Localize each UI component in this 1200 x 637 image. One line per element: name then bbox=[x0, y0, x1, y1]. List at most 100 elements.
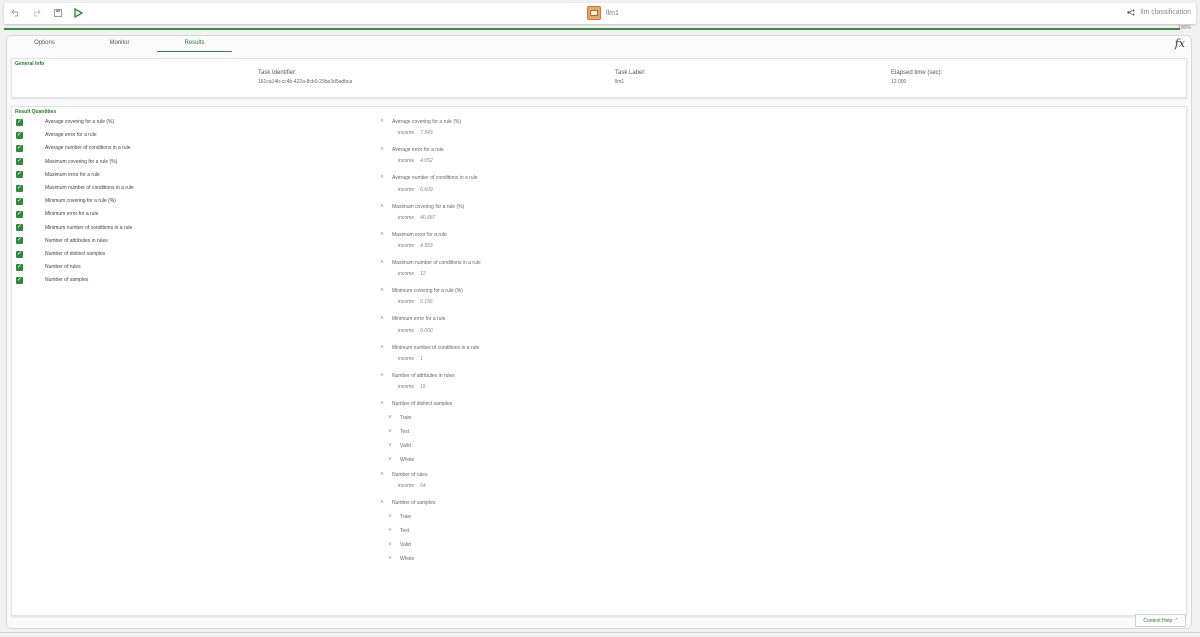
quantity-tree-label: Maximum covering for a rule (%) bbox=[392, 203, 465, 210]
chevron-down-icon[interactable]: ˅ bbox=[386, 457, 394, 463]
chevron-up-icon[interactable]: ˄ bbox=[378, 316, 386, 322]
checkbox-checked-icon[interactable]: ✓ bbox=[16, 171, 23, 179]
quantity-subset-node[interactable]: ˅ Valid bbox=[386, 443, 411, 449]
chevron-up-icon[interactable]: ˄ bbox=[378, 500, 386, 506]
quantity-tree-node[interactable]: ˄ Number of distinct samples bbox=[378, 401, 452, 407]
quantity-value-row: income 1 bbox=[398, 356, 423, 362]
chevron-down-icon[interactable]: ˅ bbox=[386, 514, 394, 520]
context-help-button[interactable]: Context Help ^ bbox=[1135, 614, 1186, 627]
chevron-up-icon[interactable]: ˄ bbox=[378, 472, 386, 478]
save-icon[interactable] bbox=[52, 7, 64, 19]
elapsed-time-value: 12.000 bbox=[891, 79, 907, 85]
quantity-checkbox-row[interactable]: ✓ Average covering for a rule (%) bbox=[16, 118, 114, 126]
quantity-checkbox-label: Number of distinct samples bbox=[45, 251, 106, 257]
chevron-down-icon[interactable]: ˅ bbox=[386, 415, 394, 421]
quantity-subset-label: Train bbox=[400, 415, 412, 422]
formula-icon[interactable]: fx bbox=[1175, 37, 1185, 50]
task-label-label: Task Label: bbox=[615, 70, 646, 76]
quantity-checkbox-row[interactable]: ✓ Minimum covering for a rule (%) bbox=[16, 197, 116, 205]
tab-bar: Options Monitor Results fx bbox=[7, 36, 1191, 52]
quantity-value: 4.052 bbox=[420, 158, 433, 165]
chevron-up-icon[interactable]: ˄ bbox=[378, 288, 386, 294]
quantity-subset-node[interactable]: ˅ Train bbox=[386, 415, 411, 421]
chevron-up-icon[interactable]: ˄ bbox=[378, 147, 386, 153]
quantity-value: 12 bbox=[420, 271, 426, 278]
checkbox-checked-icon[interactable]: ✓ bbox=[16, 158, 23, 166]
quantity-checkbox-row[interactable]: ✓ Number of rules bbox=[16, 263, 81, 271]
quantity-value-key: income bbox=[398, 130, 415, 137]
quantity-tree-node[interactable]: ˄ Minimum covering for a rule (%) bbox=[378, 288, 463, 294]
chevron-down-icon[interactable]: ˅ bbox=[386, 443, 394, 449]
quantity-checkbox-row[interactable]: ✓ Minimum error for a rule bbox=[16, 210, 98, 218]
quantity-subset-node[interactable]: ˅ Test bbox=[386, 429, 409, 435]
checkbox-checked-icon[interactable]: ✓ bbox=[16, 250, 23, 258]
checkbox-checked-icon[interactable]: ✓ bbox=[16, 144, 23, 152]
quantity-tree-node[interactable]: ˄ Average covering for a rule (%) bbox=[378, 119, 461, 125]
progress-bar bbox=[4, 28, 1180, 30]
chevron-up-icon[interactable]: ˄ bbox=[378, 373, 386, 379]
quantity-checkbox-row[interactable]: ✓ Maximum covering for a rule (%) bbox=[16, 158, 117, 166]
chevron-down-icon[interactable]: ˅ bbox=[386, 528, 394, 534]
checkbox-checked-icon[interactable]: ✓ bbox=[16, 118, 23, 126]
checkbox-checked-icon[interactable]: ✓ bbox=[16, 263, 23, 271]
undo-icon[interactable] bbox=[10, 7, 22, 19]
quantity-tree-node[interactable]: ˄ Maximum covering for a rule (%) bbox=[378, 204, 464, 210]
checkbox-checked-icon[interactable]: ✓ bbox=[16, 184, 23, 192]
elapsed-time-label: Elapsed time (sec): bbox=[891, 70, 943, 76]
quantity-tree-label: Number of distinct samples bbox=[392, 401, 453, 407]
quantity-tree-node[interactable]: ˄ Average error for a rule bbox=[378, 147, 443, 153]
run-icon[interactable] bbox=[72, 7, 84, 19]
quantity-tree-node[interactable]: ˄ Number of samples bbox=[378, 500, 435, 506]
checkbox-checked-icon[interactable]: ✓ bbox=[16, 210, 23, 218]
model-type-label[interactable]: llm classification bbox=[1127, 9, 1191, 16]
quantity-checkbox-row[interactable]: ✓ Minimum number of conditions in a rule bbox=[16, 224, 132, 232]
quantity-value: 15 bbox=[420, 383, 426, 390]
chevron-up-icon[interactable]: ˄ bbox=[378, 119, 386, 125]
general-info-card: General Info Task Identifier: 161ca14b-c… bbox=[11, 58, 1187, 98]
chevron-up-icon[interactable]: ˄ bbox=[378, 345, 386, 351]
quantity-checkbox-row[interactable]: ✓ Number of samples bbox=[16, 276, 88, 284]
quantity-checkbox-label: Average covering for a rule (%) bbox=[45, 119, 115, 125]
quantity-tree-node[interactable]: ˄ Minimum error for a rule bbox=[378, 316, 445, 322]
task-label-value: llm1 bbox=[615, 79, 625, 85]
quantity-value-key: income bbox=[398, 214, 415, 221]
chevron-down-icon[interactable]: ˅ bbox=[386, 429, 394, 435]
tab-results[interactable]: Results bbox=[157, 36, 232, 52]
checkbox-checked-icon[interactable]: ✓ bbox=[16, 237, 23, 245]
tab-monitor[interactable]: Monitor bbox=[82, 36, 157, 52]
chevron-up-icon[interactable]: ˄ bbox=[378, 175, 386, 181]
checkbox-checked-icon[interactable]: ✓ bbox=[16, 131, 23, 139]
task-title: llm1 bbox=[587, 6, 619, 20]
quantity-subset-node[interactable]: ˅ Test bbox=[386, 528, 409, 534]
quantity-tree-node[interactable]: ˄ Number of rules bbox=[378, 472, 427, 478]
quantity-checkbox-row[interactable]: ✓ Average error for a rule bbox=[16, 131, 97, 139]
quantity-subset-node[interactable]: ˅ Train bbox=[386, 514, 411, 520]
quantity-subset-label: Test bbox=[400, 527, 410, 534]
quantity-checkbox-row[interactable]: ✓ Number of attributes in rules bbox=[16, 237, 108, 245]
quantity-checkbox-row[interactable]: ✓ Maximum error for a rule bbox=[16, 171, 100, 179]
chevron-down-icon[interactable]: ˅ bbox=[386, 556, 394, 562]
chevron-up-icon[interactable]: ˄ bbox=[378, 232, 386, 238]
chevron-up-icon[interactable]: ˄ bbox=[378, 260, 386, 266]
quantity-subset-node[interactable]: ˅ Whole bbox=[386, 457, 414, 463]
quantity-checkbox-row[interactable]: ✓ Average number of conditions in a rule bbox=[16, 144, 131, 152]
quantity-tree-node[interactable]: ˄ Minimum number of conditions in a rule bbox=[378, 345, 479, 351]
quantity-subset-node[interactable]: ˅ Valid bbox=[386, 542, 411, 548]
quantity-checkbox-row[interactable]: ✓ Number of distinct samples bbox=[16, 250, 105, 258]
quantity-checkbox-row[interactable]: ✓ Maximum number of conditions in a rule bbox=[16, 184, 134, 192]
quantity-tree-node[interactable]: ˄ Maximum number of conditions in a rule bbox=[378, 260, 480, 266]
checkbox-checked-icon[interactable]: ✓ bbox=[16, 224, 23, 232]
quantity-tree-node[interactable]: ˄ Number of attributes in rules bbox=[378, 373, 455, 379]
redo-icon[interactable] bbox=[30, 7, 42, 19]
chevron-up-icon[interactable]: ˄ bbox=[378, 401, 386, 407]
chevron-up-icon[interactable]: ˄ bbox=[378, 204, 386, 210]
quantity-tree-node[interactable]: ˄ Maximum error for a rule bbox=[378, 232, 447, 238]
quantity-checkbox-label: Minimum covering for a rule (%) bbox=[45, 198, 116, 205]
chevron-down-icon[interactable]: ˅ bbox=[386, 542, 394, 548]
checkbox-checked-icon[interactable]: ✓ bbox=[16, 197, 23, 205]
quantity-tree-node[interactable]: ˄ Average number of conditions in a rule bbox=[378, 175, 477, 181]
quantity-value: 7.343 bbox=[420, 130, 433, 137]
quantity-subset-node[interactable]: ˅ Whole bbox=[386, 556, 414, 562]
checkbox-checked-icon[interactable]: ✓ bbox=[16, 276, 23, 284]
tab-options[interactable]: Options bbox=[7, 36, 82, 52]
